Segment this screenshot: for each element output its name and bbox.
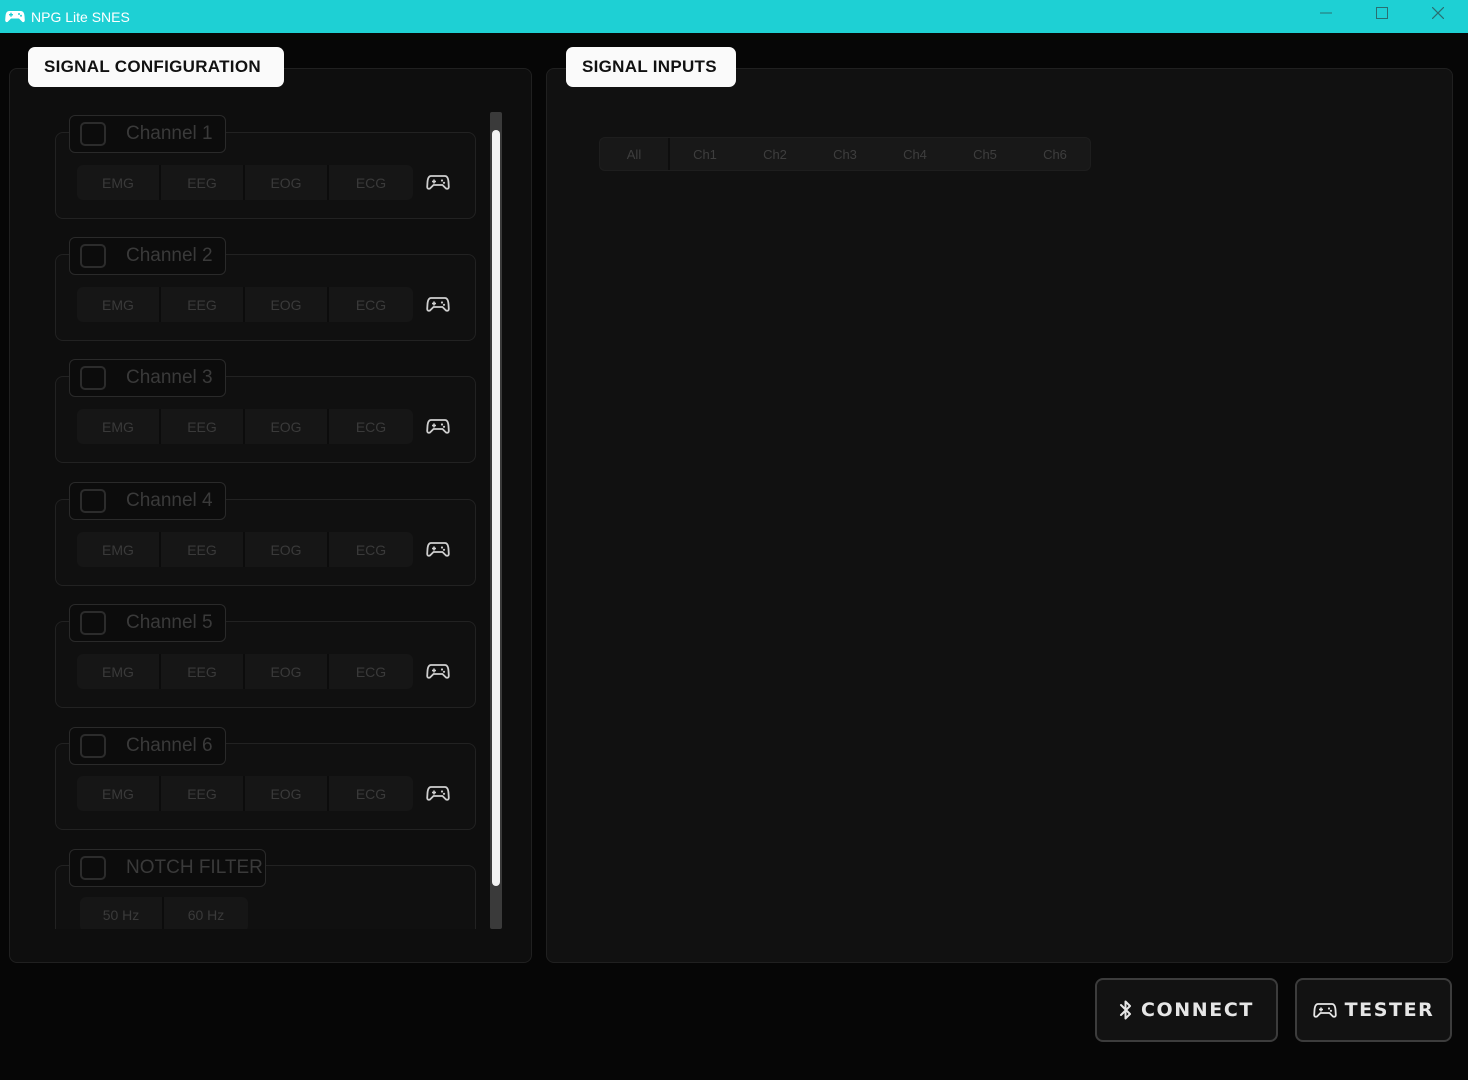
channel-4-label: Channel 4 xyxy=(126,490,213,511)
channel-2-label: Channel 2 xyxy=(126,245,213,266)
channel-6-type-selector: EMG EEG EOG ECG xyxy=(77,776,413,811)
channel-1-label: Channel 1 xyxy=(126,123,213,144)
channel-1-eeg-option[interactable]: EEG xyxy=(161,165,245,200)
channel-1-eog-option[interactable]: EOG xyxy=(245,165,329,200)
channel-view-selector: All Ch1 Ch2 Ch3 Ch4 Ch5 Ch6 xyxy=(599,137,1091,171)
channel-3-emg-option[interactable]: EMG xyxy=(77,409,161,444)
channel-1-ecg-option[interactable]: ECG xyxy=(329,165,413,200)
signal-configuration-title: SIGNAL CONFIGURATION xyxy=(28,47,284,87)
maximize-button[interactable] xyxy=(1354,0,1410,26)
close-icon xyxy=(1432,7,1444,19)
channel-1-checkbox[interactable] xyxy=(80,122,106,146)
channel-3-header: Channel 3 xyxy=(69,359,226,397)
channel-5-label: Channel 5 xyxy=(126,612,213,633)
channel-3-eeg-option[interactable]: EEG xyxy=(161,409,245,444)
channel-2-type-selector: EMG EEG EOG ECG xyxy=(77,287,413,322)
gamepad-icon[interactable] xyxy=(425,417,451,435)
gamepad-icon[interactable] xyxy=(425,662,451,680)
channel-view-all[interactable]: All xyxy=(600,138,670,170)
channel-2-ecg-option[interactable]: ECG xyxy=(329,287,413,322)
channel-view-ch6[interactable]: Ch6 xyxy=(1020,138,1090,170)
channel-6-checkbox[interactable] xyxy=(80,734,106,758)
app-window: NPG Lite SNES SIGNAL CONFIGURATION SIGNA… xyxy=(0,0,1468,1080)
channel-2-emg-option[interactable]: EMG xyxy=(77,287,161,322)
channel-1-header: Channel 1 xyxy=(69,115,226,153)
channel-4-eog-option[interactable]: EOG xyxy=(245,532,329,567)
gamepad-icon[interactable] xyxy=(425,173,451,191)
channel-6-header: Channel 6 xyxy=(69,727,226,765)
channel-2-header: Channel 2 xyxy=(69,237,226,275)
channel-2-eeg-option[interactable]: EEG xyxy=(161,287,245,322)
channel-1-emg-option[interactable]: EMG xyxy=(77,165,161,200)
channel-5-eeg-option[interactable]: EEG xyxy=(161,654,245,689)
channel-6-eeg-option[interactable]: EEG xyxy=(161,776,245,811)
bluetooth-icon xyxy=(1119,999,1133,1021)
channel-2-checkbox[interactable] xyxy=(80,244,106,268)
channel-view-ch2[interactable]: Ch2 xyxy=(740,138,810,170)
channel-4-type-selector: EMG EEG EOG ECG xyxy=(77,532,413,567)
minimize-icon xyxy=(1320,12,1332,14)
channel-4-header: Channel 4 xyxy=(69,482,226,520)
connect-label: CONNECT xyxy=(1141,999,1254,1021)
channel-5-ecg-option[interactable]: ECG xyxy=(329,654,413,689)
gamepad-icon[interactable] xyxy=(425,295,451,313)
maximize-icon xyxy=(1376,7,1388,19)
minimize-button[interactable] xyxy=(1298,0,1354,26)
channel-5-eog-option[interactable]: EOG xyxy=(245,654,329,689)
channel-3-checkbox[interactable] xyxy=(80,366,106,390)
gamepad-icon[interactable] xyxy=(425,784,451,802)
connect-button[interactable]: CONNECT xyxy=(1095,978,1278,1042)
signal-inputs-title: SIGNAL INPUTS xyxy=(566,47,736,87)
window-title: NPG Lite SNES xyxy=(31,8,130,25)
channel-4-emg-option[interactable]: EMG xyxy=(77,532,161,567)
channel-6-label: Channel 6 xyxy=(126,735,213,756)
channel-4-ecg-option[interactable]: ECG xyxy=(329,532,413,567)
channel-6-eog-option[interactable]: EOG xyxy=(245,776,329,811)
channel-view-ch3[interactable]: Ch3 xyxy=(810,138,880,170)
gamepad-icon xyxy=(5,10,25,24)
tester-label: TESTER xyxy=(1344,999,1435,1021)
channel-4-checkbox[interactable] xyxy=(80,489,106,513)
channel-4-eeg-option[interactable]: EEG xyxy=(161,532,245,567)
channel-6-ecg-option[interactable]: ECG xyxy=(329,776,413,811)
config-scrollbar-thumb[interactable] xyxy=(492,130,500,886)
channel-3-type-selector: EMG EEG EOG ECG xyxy=(77,409,413,444)
channel-view-ch4[interactable]: Ch4 xyxy=(880,138,950,170)
channel-view-ch5[interactable]: Ch5 xyxy=(950,138,1020,170)
channel-3-eog-option[interactable]: EOG xyxy=(245,409,329,444)
channel-5-checkbox[interactable] xyxy=(80,611,106,635)
close-button[interactable] xyxy=(1410,0,1466,26)
channel-3-ecg-option[interactable]: ECG xyxy=(329,409,413,444)
channel-6-emg-option[interactable]: EMG xyxy=(77,776,161,811)
title-bar: NPG Lite SNES xyxy=(0,0,1468,33)
channel-2-eog-option[interactable]: EOG xyxy=(245,287,329,322)
channel-3-label: Channel 3 xyxy=(126,367,213,388)
signal-inputs-panel xyxy=(546,68,1453,963)
tester-button[interactable]: TESTER xyxy=(1295,978,1452,1042)
channel-view-ch1[interactable]: Ch1 xyxy=(670,138,740,170)
channel-5-header: Channel 5 xyxy=(69,604,226,642)
gamepad-icon[interactable] xyxy=(425,540,451,558)
gamepad-icon xyxy=(1312,1002,1337,1019)
channel-1-type-selector: EMG EEG EOG ECG xyxy=(77,165,413,200)
channel-5-type-selector: EMG EEG EOG ECG xyxy=(77,654,413,689)
channel-5-emg-option[interactable]: EMG xyxy=(77,654,161,689)
